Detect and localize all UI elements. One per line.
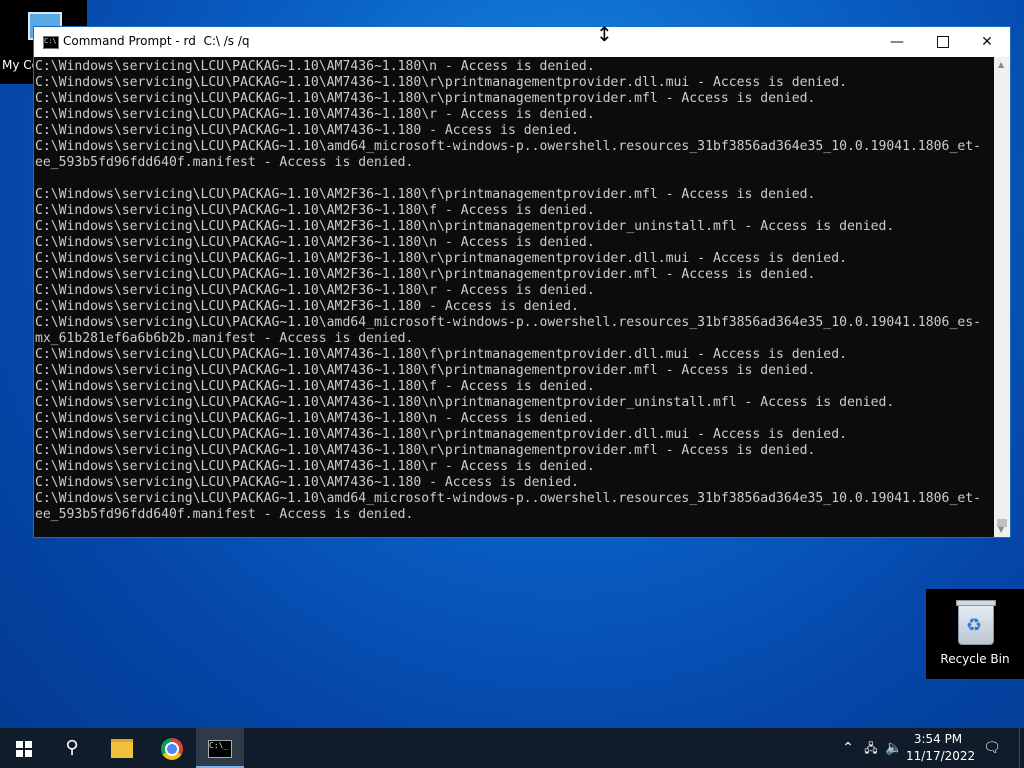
close-icon: ✕ xyxy=(981,34,993,50)
console-line: C:\Windows\servicing\LCU\PACKAG~1.10\AM7… xyxy=(35,475,579,490)
console-line: mx_61b281ef6a6b6b2b.manifest - Access is… xyxy=(35,331,414,346)
maximize-button[interactable] xyxy=(920,27,966,57)
console-line: C:\Windows\servicing\LCU\PACKAG~1.10\AM2… xyxy=(35,283,595,298)
minimize-icon: — xyxy=(890,34,904,50)
minimize-button[interactable]: — xyxy=(874,27,920,57)
windows-logo-icon xyxy=(16,740,32,757)
window-titlebar[interactable]: C:\ Command Prompt - rd C:\ /s /q — ✕ xyxy=(34,27,1010,57)
console-line: C:\Windows\servicing\LCU\PACKAG~1.10\AM7… xyxy=(35,363,816,378)
show-hidden-icons-button[interactable]: ⌃ xyxy=(838,728,858,768)
console-output[interactable]: C:\Windows\servicing\LCU\PACKAG~1.10\AM7… xyxy=(35,59,993,535)
search-button[interactable]: ⚲ xyxy=(48,728,96,768)
network-button[interactable]: 🖧 xyxy=(861,728,881,768)
console-line: C:\Windows\servicing\LCU\PACKAG~1.10\AM7… xyxy=(35,459,595,474)
recycle-symbol-icon: ♻ xyxy=(966,615,983,636)
chevron-up-icon: ⌃ xyxy=(842,740,854,756)
network-icon: 🖧 xyxy=(864,741,878,755)
command-prompt-icon[interactable]: C:\ xyxy=(43,36,59,49)
close-button[interactable]: ✕ xyxy=(964,27,1010,57)
console-line: ee_593b5fd96fdd640f.manifest - Access is… xyxy=(35,507,414,522)
console-line: C:\Windows\servicing\LCU\PACKAG~1.10\AM2… xyxy=(35,219,895,234)
console-line: C:\Windows\servicing\LCU\PACKAG~1.10\AM7… xyxy=(35,427,847,442)
console-line: C:\Windows\servicing\LCU\PACKAG~1.10\amd… xyxy=(35,139,981,154)
chrome-icon xyxy=(161,737,183,760)
show-desktop-button[interactable] xyxy=(1019,728,1024,768)
resize-cursor-icon: ↕ xyxy=(596,22,613,46)
console-line: C:\Windows\servicing\LCU\PACKAG~1.10\AM7… xyxy=(35,347,847,362)
console-line: C:\Windows\servicing\LCU\PACKAG~1.10\AM2… xyxy=(35,203,595,218)
taskbar-file-explorer[interactable] xyxy=(98,728,146,768)
console-line: C:\Windows\servicing\LCU\PACKAG~1.10\AM7… xyxy=(35,443,816,458)
vertical-scrollbar[interactable]: ▲ ▼ xyxy=(994,57,1010,537)
volume-icon: 🔈 xyxy=(885,740,903,756)
console-line: C:\Windows\servicing\LCU\PACKAG~1.10\AM2… xyxy=(35,299,579,314)
volume-button[interactable]: 🔈 xyxy=(884,728,904,768)
console-line: C:\Windows\servicing\LCU\PACKAG~1.10\AM7… xyxy=(35,107,595,122)
console-line: C:\Windows\servicing\LCU\PACKAG~1.10\AM7… xyxy=(35,395,895,410)
console-line: C:\Windows\servicing\LCU\PACKAG~1.10\AM2… xyxy=(35,235,595,250)
start-button[interactable] xyxy=(0,728,48,768)
clock-date: 11/17/2022 xyxy=(906,749,976,763)
desktop-icon-recycle-bin[interactable]: ♻ Recycle Bin xyxy=(926,589,1024,679)
window-title: Command Prompt - rd C:\ /s /q xyxy=(63,34,250,48)
folder-icon xyxy=(111,739,133,758)
search-icon: ⚲ xyxy=(65,737,79,758)
console-line: C:\Windows\servicing\LCU\PACKAG~1.10\AM7… xyxy=(35,59,595,74)
command-prompt-icon: C:\_ xyxy=(208,739,232,758)
action-center-button[interactable]: 🗨 xyxy=(980,728,1004,768)
console-line: C:\Windows\servicing\LCU\PACKAG~1.10\AM7… xyxy=(35,75,847,90)
console-line: ee_593b5fd96fdd640f.manifest - Access is… xyxy=(35,155,414,170)
taskbar-command-prompt[interactable]: C:\_ xyxy=(196,728,244,768)
notification-icon: 🗨 xyxy=(983,740,1001,756)
console-line: C:\Windows\servicing\LCU\PACKAG~1.10\AM2… xyxy=(35,187,816,202)
console-line: C:\Windows\servicing\LCU\PACKAG~1.10\amd… xyxy=(35,491,981,506)
maximize-icon xyxy=(937,36,949,48)
taskbar: ⚲ C:\_ ⌃ 🖧 🔈 3:54 PM 11/17/2022 🗨 xyxy=(0,728,1024,768)
console-line: C:\Windows\servicing\LCU\PACKAG~1.10\AM7… xyxy=(35,379,595,394)
console-line: C:\Windows\servicing\LCU\PACKAG~1.10\AM2… xyxy=(35,267,816,282)
console-line: C:\Windows\servicing\LCU\PACKAG~1.10\amd… xyxy=(35,315,981,330)
console-line: C:\Windows\servicing\LCU\PACKAG~1.10\AM7… xyxy=(35,91,816,106)
taskbar-clock[interactable]: 3:54 PM 11/17/2022 xyxy=(906,731,976,765)
clock-time: 3:54 PM xyxy=(913,732,963,746)
desktop-icon-label: Recycle Bin xyxy=(940,652,1010,666)
command-prompt-window[interactable]: C:\ Command Prompt - rd C:\ /s /q — ✕ C:… xyxy=(33,26,1011,538)
scroll-down-icon[interactable]: ▼ xyxy=(998,525,1004,534)
console-line: C:\Windows\servicing\LCU\PACKAG~1.10\AM7… xyxy=(35,123,579,138)
console-line: C:\Windows\servicing\LCU\PACKAG~1.10\AM2… xyxy=(35,251,847,266)
taskbar-chrome[interactable] xyxy=(148,728,196,768)
console-line: C:\Windows\servicing\LCU\PACKAG~1.10\AM7… xyxy=(35,411,595,426)
scroll-up-icon[interactable]: ▲ xyxy=(998,60,1004,69)
